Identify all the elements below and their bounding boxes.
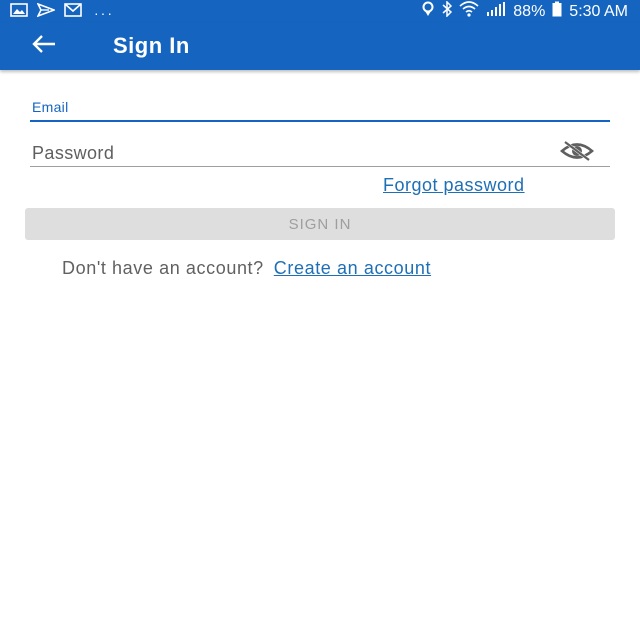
no-account-prompt: Don't have an account? bbox=[62, 258, 264, 278]
eye-off-icon bbox=[559, 140, 595, 167]
create-account-row: Don't have an account? Create an account bbox=[62, 258, 431, 279]
sign-in-button[interactable]: SIGN IN bbox=[25, 208, 615, 240]
send-icon bbox=[36, 2, 57, 22]
notification-icons: ··· bbox=[10, 2, 114, 22]
forgot-password-link[interactable]: Forgot password bbox=[383, 175, 525, 196]
overflow-indicator: ··· bbox=[94, 4, 114, 21]
clock: 5:30 AM bbox=[569, 3, 628, 20]
password-visibility-toggle[interactable] bbox=[558, 140, 596, 167]
battery-icon bbox=[552, 1, 562, 23]
bluetooth-icon bbox=[442, 0, 453, 23]
back-button[interactable] bbox=[28, 32, 60, 60]
system-status: 88% 5:30 AM bbox=[421, 0, 628, 23]
wifi-icon bbox=[459, 1, 479, 23]
status-bar: ··· 88% 5:30 AM bbox=[0, 0, 640, 22]
image-icon bbox=[10, 3, 28, 22]
password-field[interactable] bbox=[30, 140, 610, 167]
mail-icon bbox=[64, 3, 82, 22]
create-account-link[interactable]: Create an account bbox=[274, 258, 431, 278]
app-bar: Sign In bbox=[0, 22, 640, 70]
battery-level: 88% bbox=[513, 3, 546, 20]
back-arrow-icon bbox=[31, 34, 57, 59]
signal-icon bbox=[486, 1, 506, 23]
location-icon bbox=[421, 1, 435, 23]
email-field[interactable] bbox=[30, 112, 610, 122]
page-title: Sign In bbox=[113, 33, 190, 58]
